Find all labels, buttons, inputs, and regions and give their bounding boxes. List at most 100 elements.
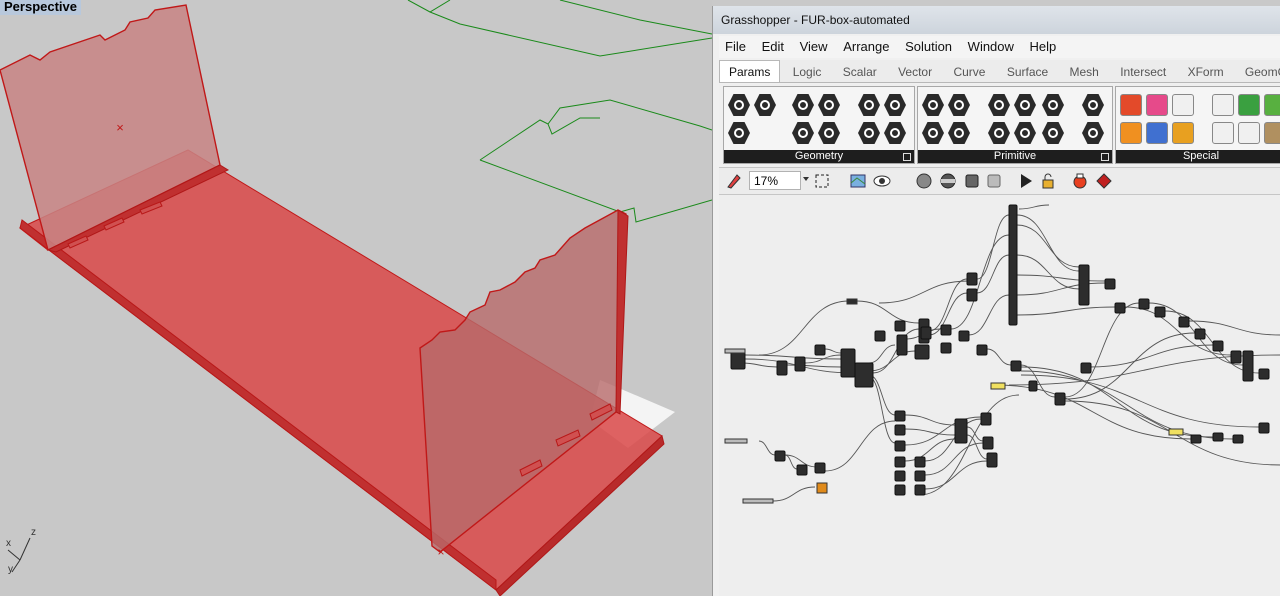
gh-component-node[interactable] bbox=[730, 350, 746, 370]
map-icon[interactable] bbox=[849, 172, 867, 190]
tab-scalar[interactable]: Scalar bbox=[834, 61, 886, 82]
param-node[interactable] bbox=[846, 298, 858, 305]
gh-component-node[interactable] bbox=[1008, 204, 1018, 326]
shader-param-icon[interactable] bbox=[1082, 94, 1104, 116]
gem-menu-icon[interactable] bbox=[1095, 172, 1113, 190]
viewport-label[interactable]: Perspective bbox=[0, 0, 81, 15]
tab-vector[interactable]: Vector bbox=[889, 61, 941, 82]
gh-component-node[interactable] bbox=[1054, 392, 1066, 406]
slider-icon[interactable] bbox=[1172, 122, 1194, 144]
zoom-extents-icon[interactable] bbox=[813, 172, 831, 190]
gh-component-node[interactable] bbox=[1230, 350, 1242, 364]
gh-component-node[interactable] bbox=[774, 450, 786, 462]
gh-component-node[interactable] bbox=[966, 288, 978, 302]
gh-component-node[interactable] bbox=[894, 440, 906, 452]
rhino-viewport[interactable]: × × Perspective z x y bbox=[0, 0, 712, 596]
gh-component-node[interactable] bbox=[958, 330, 970, 342]
gh-component-node[interactable] bbox=[980, 412, 992, 426]
selected-preview-icon[interactable] bbox=[963, 172, 981, 190]
function-icon[interactable] bbox=[1212, 122, 1234, 144]
gh-component-node[interactable] bbox=[894, 320, 906, 332]
menu-edit[interactable]: Edit bbox=[756, 36, 790, 58]
gh-component-node[interactable] bbox=[776, 360, 788, 376]
group-primitive-label[interactable]: Primitive bbox=[918, 150, 1112, 163]
tab-mesh[interactable]: Mesh bbox=[1061, 61, 1108, 82]
gh-component-node[interactable] bbox=[1258, 422, 1270, 434]
data-input-icon[interactable] bbox=[1172, 94, 1194, 116]
gh-component-node[interactable] bbox=[1190, 434, 1202, 444]
gh-component-node[interactable] bbox=[1114, 302, 1126, 314]
gh-component-node[interactable] bbox=[796, 464, 808, 476]
gradient-icon[interactable] bbox=[1146, 94, 1168, 116]
tab-intersect[interactable]: Intersect bbox=[1111, 61, 1175, 82]
gh-component-node[interactable] bbox=[1080, 362, 1092, 374]
gh-component-node[interactable] bbox=[940, 324, 952, 336]
surface-param-icon[interactable] bbox=[884, 122, 906, 144]
gh-component-node[interactable] bbox=[840, 348, 856, 378]
gh-component-node[interactable] bbox=[894, 410, 906, 422]
bake-toolbar-icon[interactable] bbox=[1071, 172, 1089, 190]
gh-component-node[interactable] bbox=[894, 484, 906, 496]
preview-eye-icon[interactable] bbox=[873, 172, 891, 190]
gh-component-node[interactable] bbox=[1258, 368, 1270, 380]
image-sampler-icon[interactable] bbox=[1238, 94, 1260, 116]
curve-param-icon[interactable] bbox=[818, 94, 840, 116]
boolean-param-icon[interactable] bbox=[922, 94, 944, 116]
gh-component-node[interactable] bbox=[1028, 380, 1038, 392]
wireframe-preview-icon[interactable] bbox=[915, 172, 933, 190]
mesh-param-icon[interactable] bbox=[858, 122, 880, 144]
lock-solver-icon[interactable] bbox=[1039, 172, 1057, 190]
zoom-field[interactable]: 17% bbox=[749, 171, 801, 190]
file-path-param-icon[interactable] bbox=[1082, 122, 1104, 144]
gh-component-node[interactable] bbox=[854, 362, 874, 388]
gh-component-node[interactable] bbox=[1138, 298, 1150, 310]
param-viewer-icon[interactable] bbox=[1120, 122, 1142, 144]
menu-file[interactable]: File bbox=[719, 36, 752, 58]
gh-component-node[interactable] bbox=[894, 456, 906, 468]
plane-param-icon[interactable] bbox=[792, 122, 814, 144]
gh-component-node[interactable] bbox=[814, 462, 826, 474]
slider-node[interactable] bbox=[742, 498, 774, 504]
gh-component-node[interactable] bbox=[986, 452, 998, 468]
circle-param-icon[interactable] bbox=[792, 94, 814, 116]
integer-param-icon[interactable] bbox=[948, 94, 970, 116]
group-geometry-label[interactable]: Geometry bbox=[724, 150, 914, 163]
gh-component-node[interactable] bbox=[1178, 316, 1190, 328]
gh-component-node[interactable] bbox=[1078, 264, 1090, 306]
gh-component-node[interactable] bbox=[914, 344, 930, 360]
menu-help[interactable]: Help bbox=[1024, 36, 1063, 58]
menu-solution[interactable]: Solution bbox=[899, 36, 958, 58]
gh-component-node[interactable] bbox=[966, 272, 978, 286]
gh-component-node[interactable] bbox=[1212, 340, 1224, 352]
group-special-label[interactable]: Special bbox=[1116, 150, 1280, 163]
number-param-icon[interactable] bbox=[922, 122, 944, 144]
gh-component-node[interactable] bbox=[940, 342, 952, 354]
tab-params[interactable]: Params bbox=[719, 60, 781, 82]
gh-component-node[interactable] bbox=[914, 456, 926, 468]
guid-param-icon[interactable] bbox=[1042, 94, 1064, 116]
brep-param-icon[interactable] bbox=[754, 94, 776, 116]
gh-component-node[interactable] bbox=[814, 344, 826, 356]
tab-xform[interactable]: XForm bbox=[1179, 61, 1233, 82]
shaded-preview-icon[interactable] bbox=[939, 172, 957, 190]
gh-component-node[interactable] bbox=[794, 356, 806, 372]
text-param-icon[interactable] bbox=[948, 122, 970, 144]
geometry-param-icon[interactable] bbox=[858, 94, 880, 116]
path-param-icon[interactable] bbox=[988, 122, 1010, 144]
scribble-icon[interactable] bbox=[1146, 122, 1168, 144]
gh-component-node[interactable] bbox=[914, 484, 926, 496]
line-param-icon[interactable] bbox=[818, 122, 840, 144]
tab-geomgyr[interactable]: GeomGyr bbox=[1236, 61, 1280, 82]
highlighted-node[interactable] bbox=[816, 482, 828, 494]
gh-component-node[interactable] bbox=[976, 344, 988, 356]
gh-component-node[interactable] bbox=[1242, 350, 1254, 382]
gh-component-node[interactable] bbox=[954, 418, 968, 444]
bake-icon[interactable] bbox=[1120, 94, 1142, 116]
slider-node[interactable] bbox=[724, 348, 746, 354]
panel-icon[interactable] bbox=[1264, 122, 1280, 144]
gh-component-node[interactable] bbox=[896, 334, 908, 356]
gh-component-node[interactable] bbox=[914, 470, 926, 482]
gh-component-node[interactable] bbox=[874, 330, 886, 342]
tree-icon[interactable] bbox=[1238, 122, 1260, 144]
gh-component-node[interactable] bbox=[894, 424, 906, 436]
